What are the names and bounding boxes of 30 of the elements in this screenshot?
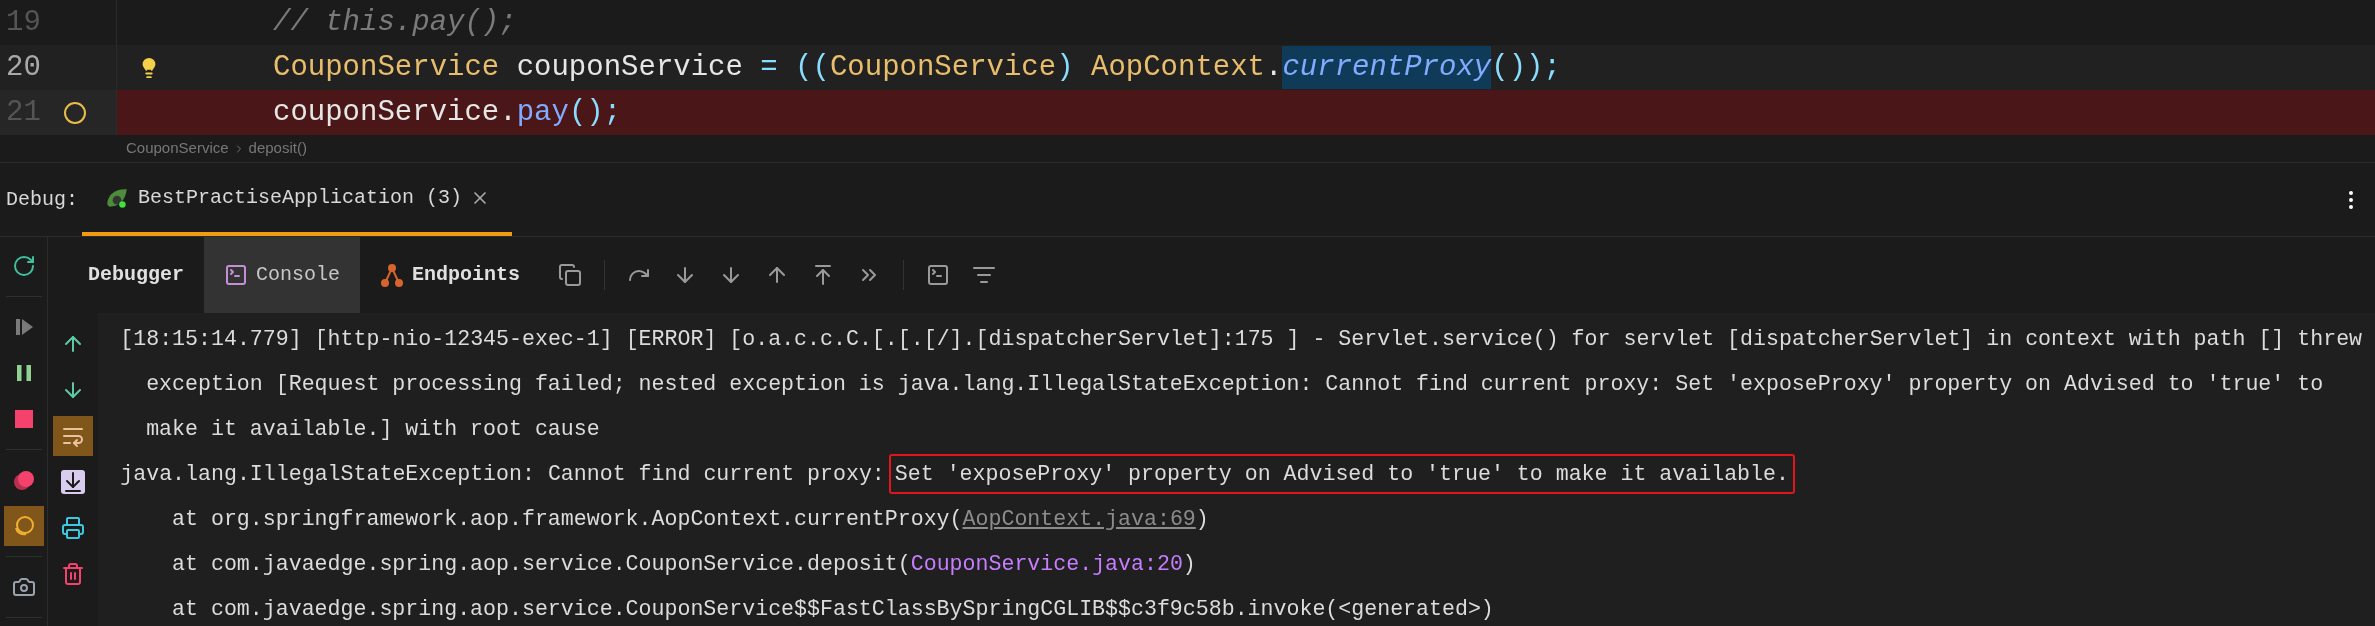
debug-label: Debug: — [5, 186, 79, 213]
source-link[interactable]: AopContext.java:69 — [962, 507, 1196, 531]
toolbar-button[interactable] — [53, 416, 94, 456]
stack-frame-line: at org.springframework.aop.framework.AopContext.currentProxy(AopContext.java:69) — [171, 506, 1210, 533]
endpoints-icon — [380, 263, 405, 287]
terminal-icon — [224, 263, 248, 287]
breadcrumb-item[interactable]: deposit() — [248, 137, 307, 160]
panel-tab[interactable]: Debugger — [68, 237, 204, 313]
exception-line: java.lang.IllegalStateException: Cannot find current proxy: Set 'exposeProxy' property on Advised to 'true' to make it available. — [120, 452, 2375, 497]
stack-frame-line: at com.javaedge.spring.aop.service.CouponService.deposit(CouponService.java:20) — [171, 551, 1197, 578]
scroll-end-icon — [61, 470, 86, 494]
mute-breakpoints-icon — [12, 514, 36, 538]
stack-frame-line: at com.javaedge.spring.aop.service.CouponService$$FastClassBySpringCGLIB$$c3f9c58b.invoke(<generated>) — [171, 596, 1495, 623]
source-link[interactable]: CouponService.java:20 — [910, 552, 1183, 576]
code-line: couponService.pay(); — [116, 90, 622, 135]
printer-icon — [61, 516, 86, 540]
rerun-icon — [12, 254, 36, 278]
breakpoints-icon — [12, 468, 36, 492]
evaluate-icon[interactable] — [926, 263, 951, 287]
breadcrumb-item[interactable]: CouponService — [126, 137, 229, 160]
frames-icon[interactable] — [558, 263, 583, 287]
line-number: 20 — [5, 49, 41, 86]
camera-icon — [12, 575, 36, 599]
trash-icon — [61, 562, 86, 586]
panel-tab[interactable]: Console — [204, 237, 361, 313]
session-label: BestPractiseApplication (3) — [138, 184, 463, 211]
breakpoint-icon[interactable] — [64, 101, 86, 124]
line-number: 19 — [5, 4, 41, 41]
stop-icon — [12, 407, 36, 431]
panel-tab[interactable]: Endpoints — [360, 237, 541, 313]
